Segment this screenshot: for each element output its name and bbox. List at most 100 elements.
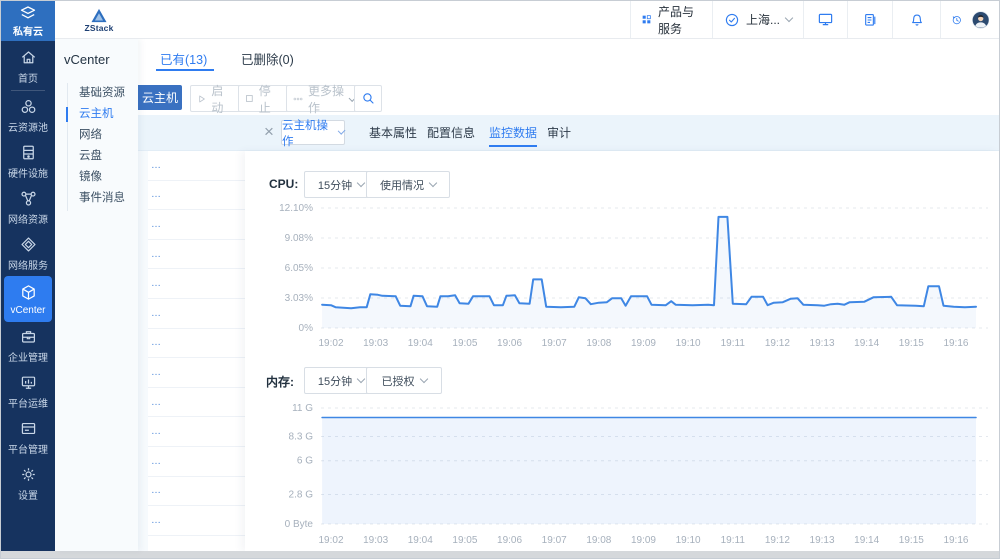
main-content: 已有(13) 已删除(0) 云主机 启动 停止 更多操作 ……………………………… xyxy=(138,39,999,551)
chevron-down-icon xyxy=(357,375,365,383)
x-axis-tick-label: 19:06 xyxy=(497,338,522,349)
more-actions-button[interactable]: 更多操作 xyxy=(286,85,362,112)
products-services-menu[interactable]: 产品与服务 xyxy=(630,1,712,38)
sidebar-item-vcenter[interactable]: vCenter xyxy=(4,276,52,322)
x-axis-tick-label: 19:15 xyxy=(899,535,924,546)
vm-name-link[interactable]: … xyxy=(151,456,162,467)
x-axis-tick-label: 19:05 xyxy=(452,338,477,349)
x-axis-tick-label: 19:11 xyxy=(721,338,746,349)
table-row: … xyxy=(148,151,245,181)
x-axis-tick-label: 19:03 xyxy=(363,535,388,546)
tab-deleted[interactable]: 已删除(0) xyxy=(241,49,294,68)
sidebar-item-label: 平台管理 xyxy=(8,441,48,456)
tab-existing[interactable]: 已有(13) xyxy=(160,49,207,68)
x-axis-tick-label: 19:04 xyxy=(408,338,433,349)
vm-name-link[interactable]: … xyxy=(151,308,162,319)
search-button[interactable] xyxy=(354,85,382,112)
vm-name-link[interactable]: … xyxy=(151,397,162,408)
panel-tab-basic[interactable]: 基本属性 xyxy=(369,124,417,141)
table-row: … xyxy=(148,329,245,359)
region-selector[interactable]: 上海... xyxy=(712,1,803,38)
vm-name-link[interactable]: … xyxy=(151,426,162,437)
avatar[interactable] xyxy=(972,8,989,32)
memory-metric-dropdown[interactable]: 已授权 xyxy=(366,367,442,394)
series-area-fill xyxy=(322,418,976,525)
vm-name-link[interactable]: … xyxy=(151,485,162,496)
documents-button[interactable] xyxy=(847,1,892,38)
sidebar-item-home[interactable]: 首页 xyxy=(1,43,55,89)
submenu-guide-line xyxy=(67,83,68,211)
zstack-logo-text: ZStack xyxy=(84,23,113,33)
history-icon[interactable] xyxy=(951,12,963,28)
sidebar-item-cloud-pool[interactable]: 云资源池 xyxy=(1,92,55,138)
table-row: … xyxy=(148,299,245,329)
sidebar-item-platform-mgmt[interactable]: 平台管理 xyxy=(1,414,55,460)
table-row: … xyxy=(148,269,245,299)
sidebar-item-enterprise[interactable]: 企业管理 xyxy=(1,322,55,368)
y-axis-tick-label: 3.03% xyxy=(285,293,313,304)
panel-tab-monitoring[interactable]: 监控数据 xyxy=(489,124,537,141)
submenu-item-image[interactable]: 镜像 xyxy=(79,167,102,188)
vm-name-link[interactable]: … xyxy=(151,189,162,200)
table-row: … xyxy=(148,358,245,388)
more-actions-label: 更多操作 xyxy=(308,82,345,116)
submenu-item-basic-resource[interactable]: 基础资源 xyxy=(79,83,125,104)
create-vm-button[interactable]: 云主机 xyxy=(138,85,182,110)
table-left-gutter xyxy=(138,151,148,551)
stop-icon xyxy=(245,94,254,103)
sidebar-item-settings[interactable]: 设置 xyxy=(1,460,55,506)
submenu-item-volume[interactable]: 云盘 xyxy=(79,146,102,167)
vm-name-link[interactable]: … xyxy=(151,515,162,526)
vm-actions-dropdown[interactable]: 云主机操作 xyxy=(281,120,345,145)
primary-sidebar: 私有云 首页 云资源池 硬件设施 网络资源 xyxy=(1,1,55,551)
vm-table: … … … … … … … … … … … … … xyxy=(148,151,245,551)
vm-name-link[interactable]: … xyxy=(151,219,162,230)
briefcase-icon xyxy=(19,327,38,346)
submenu-item-vm[interactable]: 云主机 xyxy=(79,104,114,125)
table-row: … xyxy=(148,240,245,270)
table-row: … xyxy=(148,506,245,536)
sidebar-item-label: 企业管理 xyxy=(8,349,48,364)
sidebar-item-platform-ops[interactable]: 平台运维 xyxy=(1,368,55,414)
submenu-item-events[interactable]: 事件消息 xyxy=(79,188,125,209)
chevron-down-icon xyxy=(357,179,365,187)
chevron-down-icon xyxy=(429,179,437,187)
zstack-logo[interactable]: ZStack xyxy=(77,3,121,37)
start-vm-button[interactable]: 启动 xyxy=(190,85,241,112)
console-button[interactable] xyxy=(803,1,847,38)
stop-vm-button[interactable]: 停止 xyxy=(238,85,289,112)
sidebar-item-label: 设置 xyxy=(18,487,38,502)
cpu-metric-dropdown[interactable]: 使用情况 xyxy=(366,171,450,198)
vm-name-link[interactable]: … xyxy=(151,367,162,378)
vm-name-link[interactable]: … xyxy=(151,249,162,260)
start-label: 启动 xyxy=(211,82,234,116)
x-axis-tick-label: 19:11 xyxy=(721,535,746,546)
vm-name-link[interactable]: … xyxy=(151,337,162,348)
bell-icon xyxy=(909,12,925,28)
x-axis-tick-label: 19:16 xyxy=(943,338,968,349)
table-row: … xyxy=(148,477,245,507)
y-axis-tick-label: 9.08% xyxy=(285,233,313,244)
sidebar-item-hardware[interactable]: 硬件设施 xyxy=(1,138,55,184)
close-icon[interactable]: × xyxy=(259,119,279,145)
private-cloud-brand[interactable]: 私有云 xyxy=(1,1,55,41)
cpu-period-label: 15分钟 xyxy=(318,177,352,193)
vm-name-link[interactable]: … xyxy=(151,160,162,171)
submenu-item-network[interactable]: 网络 xyxy=(79,125,102,146)
sidebar-item-network-resource[interactable]: 网络资源 xyxy=(1,184,55,230)
sidebar-item-network-service[interactable]: 网络服务 xyxy=(1,230,55,276)
region-label: 上海... xyxy=(746,11,780,28)
submenu-title: vCenter xyxy=(64,52,110,67)
x-axis-tick-label: 19:02 xyxy=(318,338,343,349)
panel-tab-config[interactable]: 配置信息 xyxy=(427,124,475,141)
sidebar-item-label: 网络服务 xyxy=(8,257,48,272)
x-axis-tick-label: 19:08 xyxy=(586,535,611,546)
panel-tab-audit[interactable]: 审计 xyxy=(547,124,571,141)
notifications-button[interactable] xyxy=(892,1,940,38)
network-service-icon xyxy=(19,235,38,254)
document-icon xyxy=(862,12,878,28)
sidebar-item-label: vCenter xyxy=(10,305,45,316)
y-axis-tick-label: 6.05% xyxy=(285,263,313,274)
stop-label: 停止 xyxy=(259,82,282,116)
vm-name-link[interactable]: … xyxy=(151,278,162,289)
